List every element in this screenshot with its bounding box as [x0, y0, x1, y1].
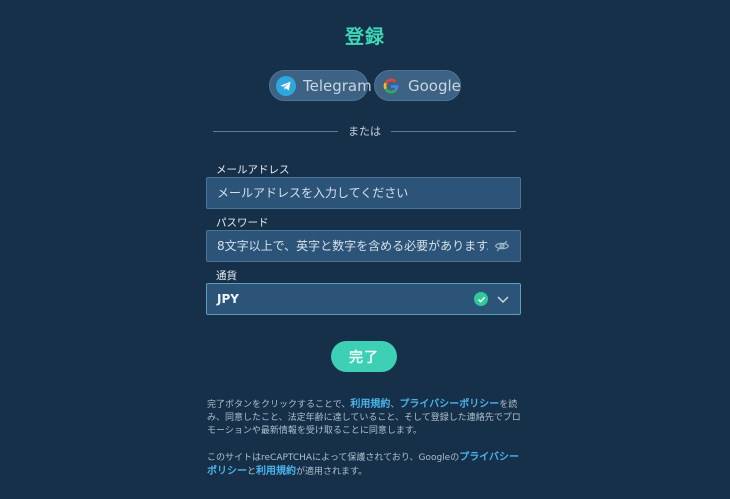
password-label: パスワード — [216, 217, 269, 229]
divider-line-left — [213, 130, 338, 132]
terms-prefix: 完了ボタンをクリックすることで、 — [207, 400, 351, 410]
telegram-label: Telegram — [303, 76, 372, 95]
recaptcha-terms-link[interactable]: 利用規約 — [256, 466, 296, 477]
page-title: 登録 — [344, 26, 385, 48]
terms-link[interactable]: 利用規約 — [350, 399, 390, 410]
social-login-row: Telegram Google — [0, 70, 730, 101]
currency-value: JPY — [217, 292, 239, 306]
divider-line-right — [391, 130, 516, 132]
password-field[interactable] — [206, 230, 521, 262]
google-login-button[interactable]: Google — [374, 70, 461, 101]
currency-label: 通貨 — [216, 270, 237, 282]
privacy-policy-link[interactable]: プライバシーポリシー — [399, 399, 499, 410]
recaptcha-suffix: が適用されます。 — [296, 467, 368, 477]
google-icon — [383, 78, 399, 93]
recaptcha-notice: このサイトはreCAPTCHAによって保護されており、Googleのプライバシー… — [207, 451, 527, 479]
recaptcha-prefix: このサイトはreCAPTCHAによって保護されており、Googleの — [207, 453, 460, 463]
email-label: メールアドレス — [216, 164, 290, 176]
email-field[interactable] — [206, 177, 521, 209]
email-input[interactable] — [217, 186, 510, 200]
telegram-login-button[interactable]: Telegram — [269, 70, 372, 101]
telegram-icon — [276, 75, 296, 96]
currency-select[interactable]: JPY — [206, 283, 521, 315]
submit-button[interactable]: 完了 — [331, 341, 397, 372]
google-label: Google — [408, 76, 461, 95]
divider-text: または — [348, 125, 381, 138]
password-input[interactable] — [217, 239, 488, 253]
recaptcha-and: と — [247, 467, 257, 477]
eye-off-icon[interactable] — [494, 238, 510, 254]
or-divider: または — [213, 122, 516, 140]
chevron-down-icon[interactable] — [496, 292, 510, 306]
terms-notice: 完了ボタンをクリックすることで、利用規約、プライバシーポリシーを読み、同意したこ… — [207, 398, 527, 438]
check-circle-icon — [474, 292, 488, 306]
